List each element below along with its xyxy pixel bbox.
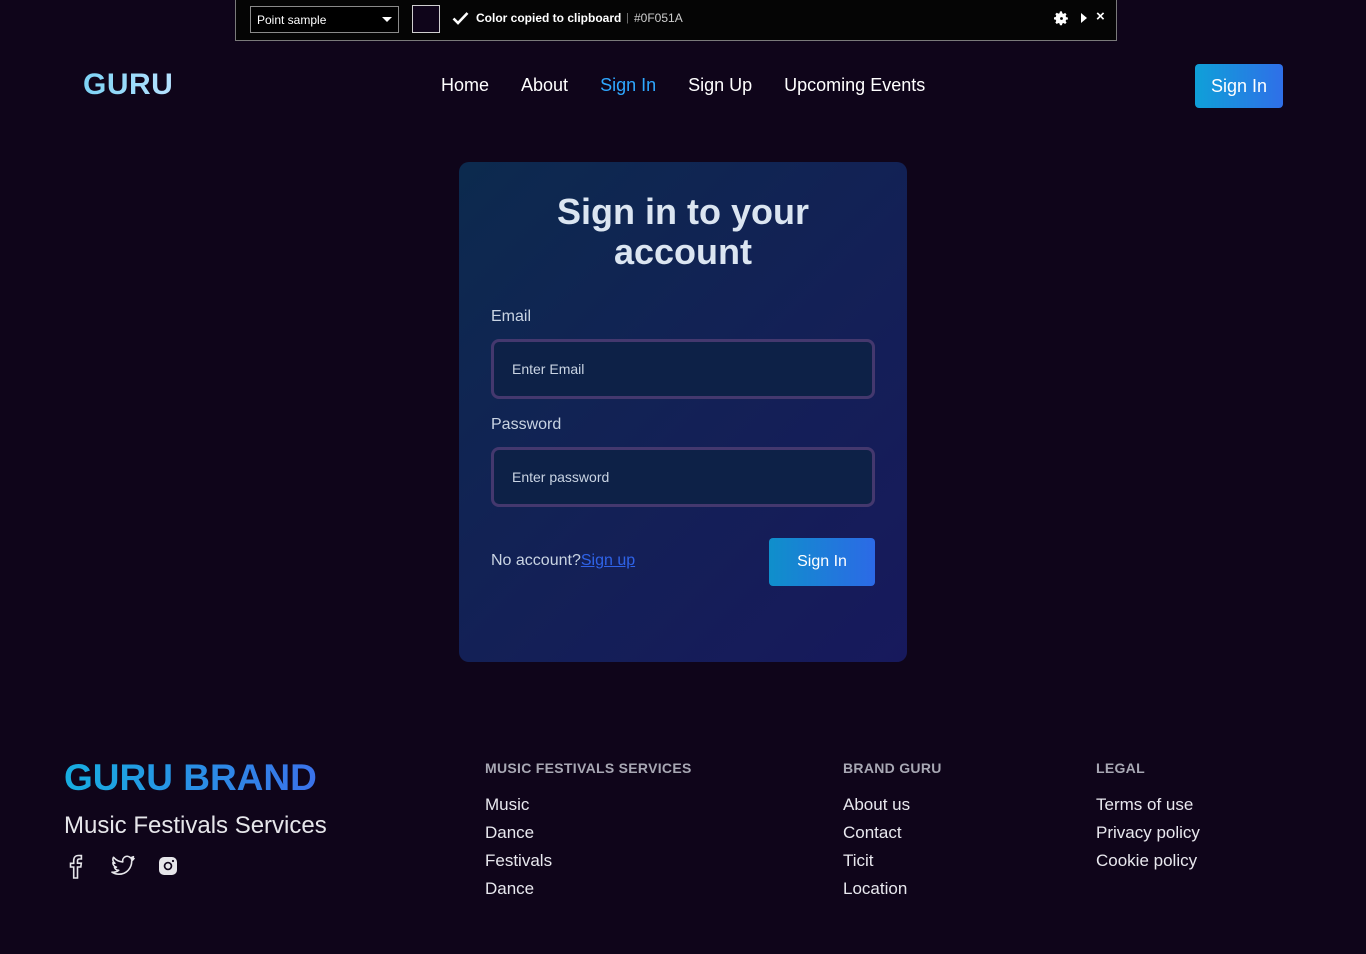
footer-link[interactable]: Ticit bbox=[843, 847, 942, 875]
separator: | bbox=[626, 12, 629, 24]
sample-mode-dropdown[interactable]: Point sample bbox=[250, 6, 399, 33]
footer-column-legal: LEGAL Terms of use Privacy policy Cookie… bbox=[1096, 760, 1200, 875]
footer-link[interactable]: Cookie policy bbox=[1096, 847, 1200, 875]
close-icon[interactable]: × bbox=[1096, 8, 1105, 25]
footer-link[interactable]: Contact bbox=[843, 819, 942, 847]
password-field[interactable] bbox=[491, 447, 875, 507]
chevron-down-icon bbox=[382, 17, 392, 22]
footer-column-services: MUSIC FESTIVALS SERVICES Music Dance Fes… bbox=[485, 760, 692, 903]
main-nav: Home About Sign In Sign Up Upcoming Even… bbox=[441, 75, 925, 96]
footer-link[interactable]: About us bbox=[843, 791, 942, 819]
footer-link[interactable]: Location bbox=[843, 875, 942, 903]
footer-column-heading: MUSIC FESTIVALS SERVICES bbox=[485, 760, 692, 776]
hex-value: #0F051A bbox=[634, 11, 683, 25]
nav-link-upcoming-events[interactable]: Upcoming Events bbox=[784, 75, 925, 96]
copied-message: Color copied to clipboard bbox=[476, 11, 622, 25]
site-logo[interactable]: GURU bbox=[83, 68, 173, 102]
footer-brand: GURU BRAND bbox=[64, 757, 317, 798]
checkmark-icon bbox=[452, 12, 469, 25]
color-swatch[interactable] bbox=[412, 5, 440, 33]
twitter-icon[interactable] bbox=[110, 853, 135, 879]
footer-link[interactable]: Music bbox=[485, 791, 692, 819]
sample-mode-value: Point sample bbox=[257, 12, 327, 27]
nav-link-home[interactable]: Home bbox=[441, 75, 489, 96]
email-field[interactable] bbox=[491, 339, 875, 399]
footer-tagline: Music Festivals Services bbox=[64, 812, 327, 839]
header-sign-in-button[interactable]: Sign In bbox=[1195, 64, 1283, 108]
instagram-icon[interactable] bbox=[156, 853, 180, 879]
sign-in-submit-button[interactable]: Sign In bbox=[769, 538, 875, 586]
sign-in-card: Sign in to your account Email Password N… bbox=[459, 162, 907, 662]
nav-link-about[interactable]: About bbox=[521, 75, 568, 96]
page-title: Sign in to your account bbox=[557, 191, 809, 272]
footer-link[interactable]: Dance bbox=[485, 819, 692, 847]
footer-link[interactable]: Dance bbox=[485, 875, 692, 903]
no-account-text: No account?Sign up bbox=[491, 552, 635, 570]
social-links bbox=[64, 853, 180, 879]
password-label: Password bbox=[491, 416, 562, 433]
email-label: Email bbox=[491, 308, 532, 325]
no-account-label: No account? bbox=[491, 552, 581, 569]
nav-link-sign-up[interactable]: Sign Up bbox=[688, 75, 752, 96]
facebook-icon[interactable] bbox=[64, 853, 88, 879]
nav-link-sign-in[interactable]: Sign In bbox=[600, 75, 656, 96]
footer-link[interactable]: Festivals bbox=[485, 847, 692, 875]
gear-icon[interactable] bbox=[1053, 10, 1070, 27]
footer-link[interactable]: Privacy policy bbox=[1096, 819, 1200, 847]
footer-column-heading: BRAND GURU bbox=[843, 760, 942, 776]
footer-column-brand: BRAND GURU About us Contact Ticit Locati… bbox=[843, 760, 942, 903]
footer-column-heading: LEGAL bbox=[1096, 760, 1145, 776]
footer-link[interactable]: Terms of use bbox=[1096, 791, 1200, 819]
sign-up-link[interactable]: Sign up bbox=[581, 552, 635, 569]
color-picker-toolbar: Point sample Color copied to clipboard |… bbox=[235, 0, 1117, 41]
play-icon[interactable] bbox=[1081, 13, 1087, 23]
